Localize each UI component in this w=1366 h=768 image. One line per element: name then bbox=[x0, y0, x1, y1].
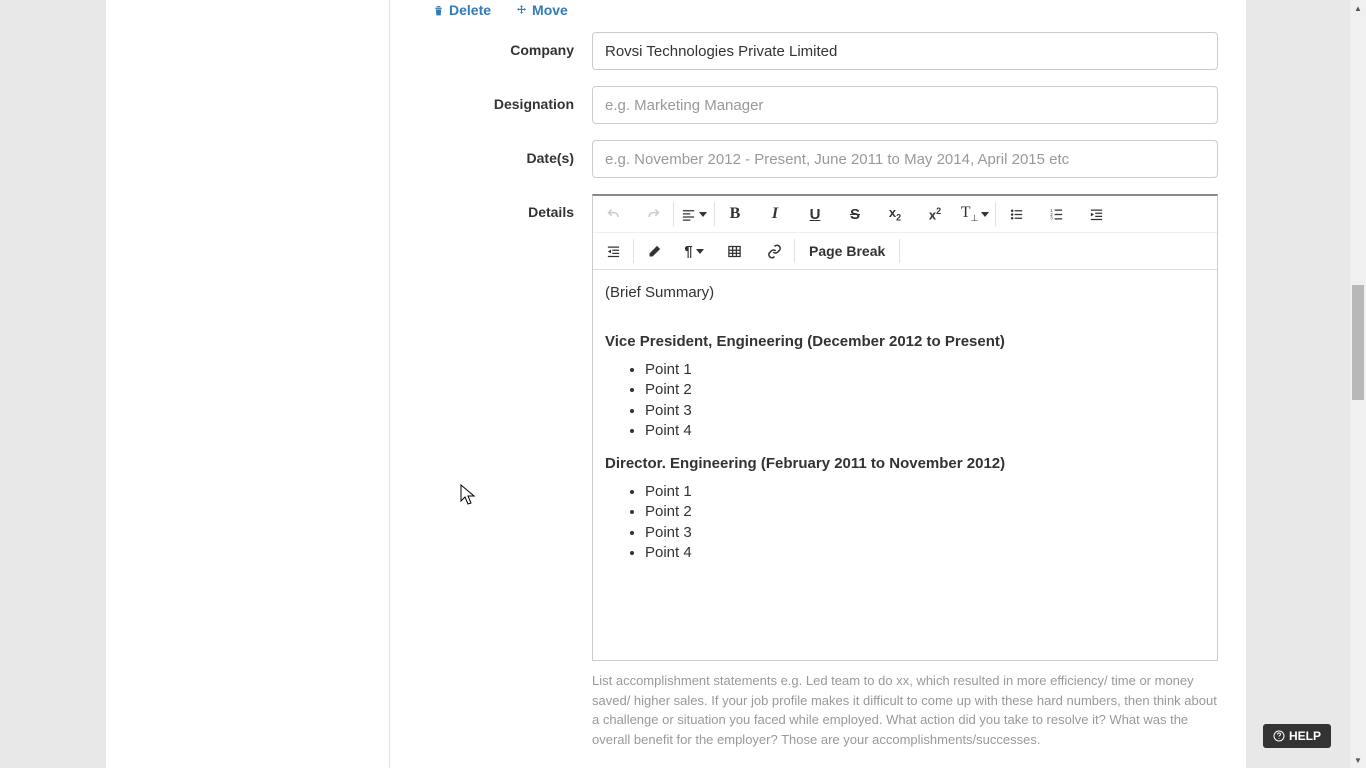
list-item: Point 3 bbox=[645, 401, 1205, 421]
paragraph-button[interactable]: ¶ bbox=[674, 233, 714, 269]
editor-role2-list: Point 1 Point 2 Point 3 Point 4 bbox=[605, 482, 1205, 563]
text-style-button[interactable]: T⊥ bbox=[955, 196, 995, 232]
main-content: Delete Move Company Designation Date(s) bbox=[390, 0, 1246, 768]
bold-button[interactable]: B bbox=[715, 196, 755, 232]
scroll-down-arrow[interactable]: ▼ bbox=[1350, 752, 1366, 768]
page-container: Delete Move Company Designation Date(s) bbox=[106, 0, 1246, 768]
ordered-list-icon: 123 bbox=[1049, 207, 1064, 222]
italic-button[interactable]: I bbox=[755, 196, 795, 232]
details-field-wrap: B I U S x2 x2 T⊥ 123 bbox=[592, 194, 1218, 749]
editor-content[interactable]: (Brief Summary) Vice President, Engineer… bbox=[593, 270, 1217, 660]
move-icon bbox=[515, 4, 528, 17]
details-help-text: List accomplishment statements e.g. Led … bbox=[592, 671, 1218, 749]
scrollbar[interactable]: ▲ ▼ bbox=[1350, 0, 1366, 768]
rich-text-editor: B I U S x2 x2 T⊥ 123 bbox=[592, 194, 1218, 661]
ordered-list-button[interactable]: 123 bbox=[1036, 196, 1076, 232]
dates-field-wrap bbox=[592, 140, 1218, 178]
dates-row: Date(s) bbox=[422, 140, 1218, 178]
bold-icon: B bbox=[730, 205, 741, 223]
strikethrough-button[interactable]: S bbox=[835, 196, 875, 232]
trash-icon bbox=[432, 4, 445, 17]
list-item: Point 1 bbox=[645, 482, 1205, 502]
text-style-icon: T⊥ bbox=[961, 204, 979, 224]
editor-role1: Vice President, Engineering (December 20… bbox=[605, 333, 1005, 350]
company-row: Company bbox=[422, 32, 1218, 70]
editor-toolbar: B I U S x2 x2 T⊥ 123 bbox=[593, 196, 1217, 270]
details-label: Details bbox=[422, 194, 592, 220]
move-button[interactable]: Move bbox=[515, 2, 568, 18]
details-row: Details bbox=[422, 194, 1218, 749]
unordered-list-icon bbox=[1009, 207, 1024, 222]
help-icon bbox=[1273, 730, 1285, 742]
chevron-down-icon bbox=[699, 212, 707, 217]
list-item: Point 4 bbox=[645, 421, 1205, 441]
dates-input[interactable] bbox=[592, 140, 1218, 178]
toolbar-separator bbox=[899, 239, 900, 263]
table-button[interactable] bbox=[714, 233, 754, 269]
list-item: Point 2 bbox=[645, 380, 1205, 400]
designation-input[interactable] bbox=[592, 86, 1218, 124]
outdent-icon bbox=[606, 244, 621, 259]
list-item: Point 1 bbox=[645, 360, 1205, 380]
align-button[interactable] bbox=[674, 196, 714, 232]
editor-role2: Director. Engineering (February 2011 to … bbox=[605, 455, 1005, 472]
list-item: Point 4 bbox=[645, 543, 1205, 563]
action-links: Delete Move bbox=[432, 2, 1218, 18]
delete-label: Delete bbox=[449, 2, 491, 18]
left-sidebar bbox=[106, 0, 390, 768]
redo-button[interactable] bbox=[633, 196, 673, 232]
subscript-icon: x2 bbox=[889, 205, 901, 223]
align-left-icon bbox=[681, 207, 696, 222]
superscript-button[interactable]: x2 bbox=[915, 196, 955, 232]
italic-icon: I bbox=[772, 205, 778, 223]
dates-label: Date(s) bbox=[422, 140, 592, 166]
paragraph-icon: ¶ bbox=[684, 243, 692, 260]
page-break-label: Page Break bbox=[809, 243, 885, 259]
help-button[interactable]: HELP bbox=[1263, 724, 1331, 748]
editor-role1-list: Point 1 Point 2 Point 3 Point 4 bbox=[605, 360, 1205, 441]
underline-icon: U bbox=[810, 206, 821, 223]
unordered-list-button[interactable] bbox=[996, 196, 1036, 232]
company-input[interactable] bbox=[592, 32, 1218, 70]
delete-button[interactable]: Delete bbox=[432, 2, 491, 18]
undo-button[interactable] bbox=[593, 196, 633, 232]
underline-button[interactable]: U bbox=[795, 196, 835, 232]
chevron-down-icon bbox=[696, 249, 704, 254]
list-item: Point 3 bbox=[645, 523, 1205, 543]
scrollbar-thumb[interactable] bbox=[1352, 285, 1364, 400]
subscript-button[interactable]: x2 bbox=[875, 196, 915, 232]
designation-field-wrap bbox=[592, 86, 1218, 124]
svg-text:3: 3 bbox=[1050, 215, 1053, 220]
indent-button[interactable] bbox=[1076, 196, 1116, 232]
redo-icon bbox=[646, 207, 661, 222]
clear-format-button[interactable] bbox=[634, 233, 674, 269]
help-button-label: HELP bbox=[1289, 729, 1321, 743]
chevron-down-icon bbox=[981, 212, 989, 217]
move-label: Move bbox=[532, 2, 568, 18]
company-field-wrap bbox=[592, 32, 1218, 70]
list-item: Point 2 bbox=[645, 502, 1205, 522]
strikethrough-icon: S bbox=[850, 206, 860, 223]
designation-row: Designation bbox=[422, 86, 1218, 124]
designation-label: Designation bbox=[422, 86, 592, 112]
company-label: Company bbox=[422, 32, 592, 58]
table-icon bbox=[727, 244, 742, 259]
outdent-button[interactable] bbox=[593, 233, 633, 269]
link-button[interactable] bbox=[754, 233, 794, 269]
page-break-button[interactable]: Page Break bbox=[795, 233, 899, 269]
superscript-icon: x2 bbox=[929, 206, 941, 222]
eraser-icon bbox=[647, 244, 662, 259]
editor-summary: (Brief Summary) bbox=[605, 282, 1205, 303]
scroll-up-arrow[interactable]: ▲ bbox=[1350, 0, 1366, 16]
indent-icon bbox=[1089, 207, 1104, 222]
link-icon bbox=[767, 244, 782, 259]
undo-icon bbox=[606, 207, 621, 222]
